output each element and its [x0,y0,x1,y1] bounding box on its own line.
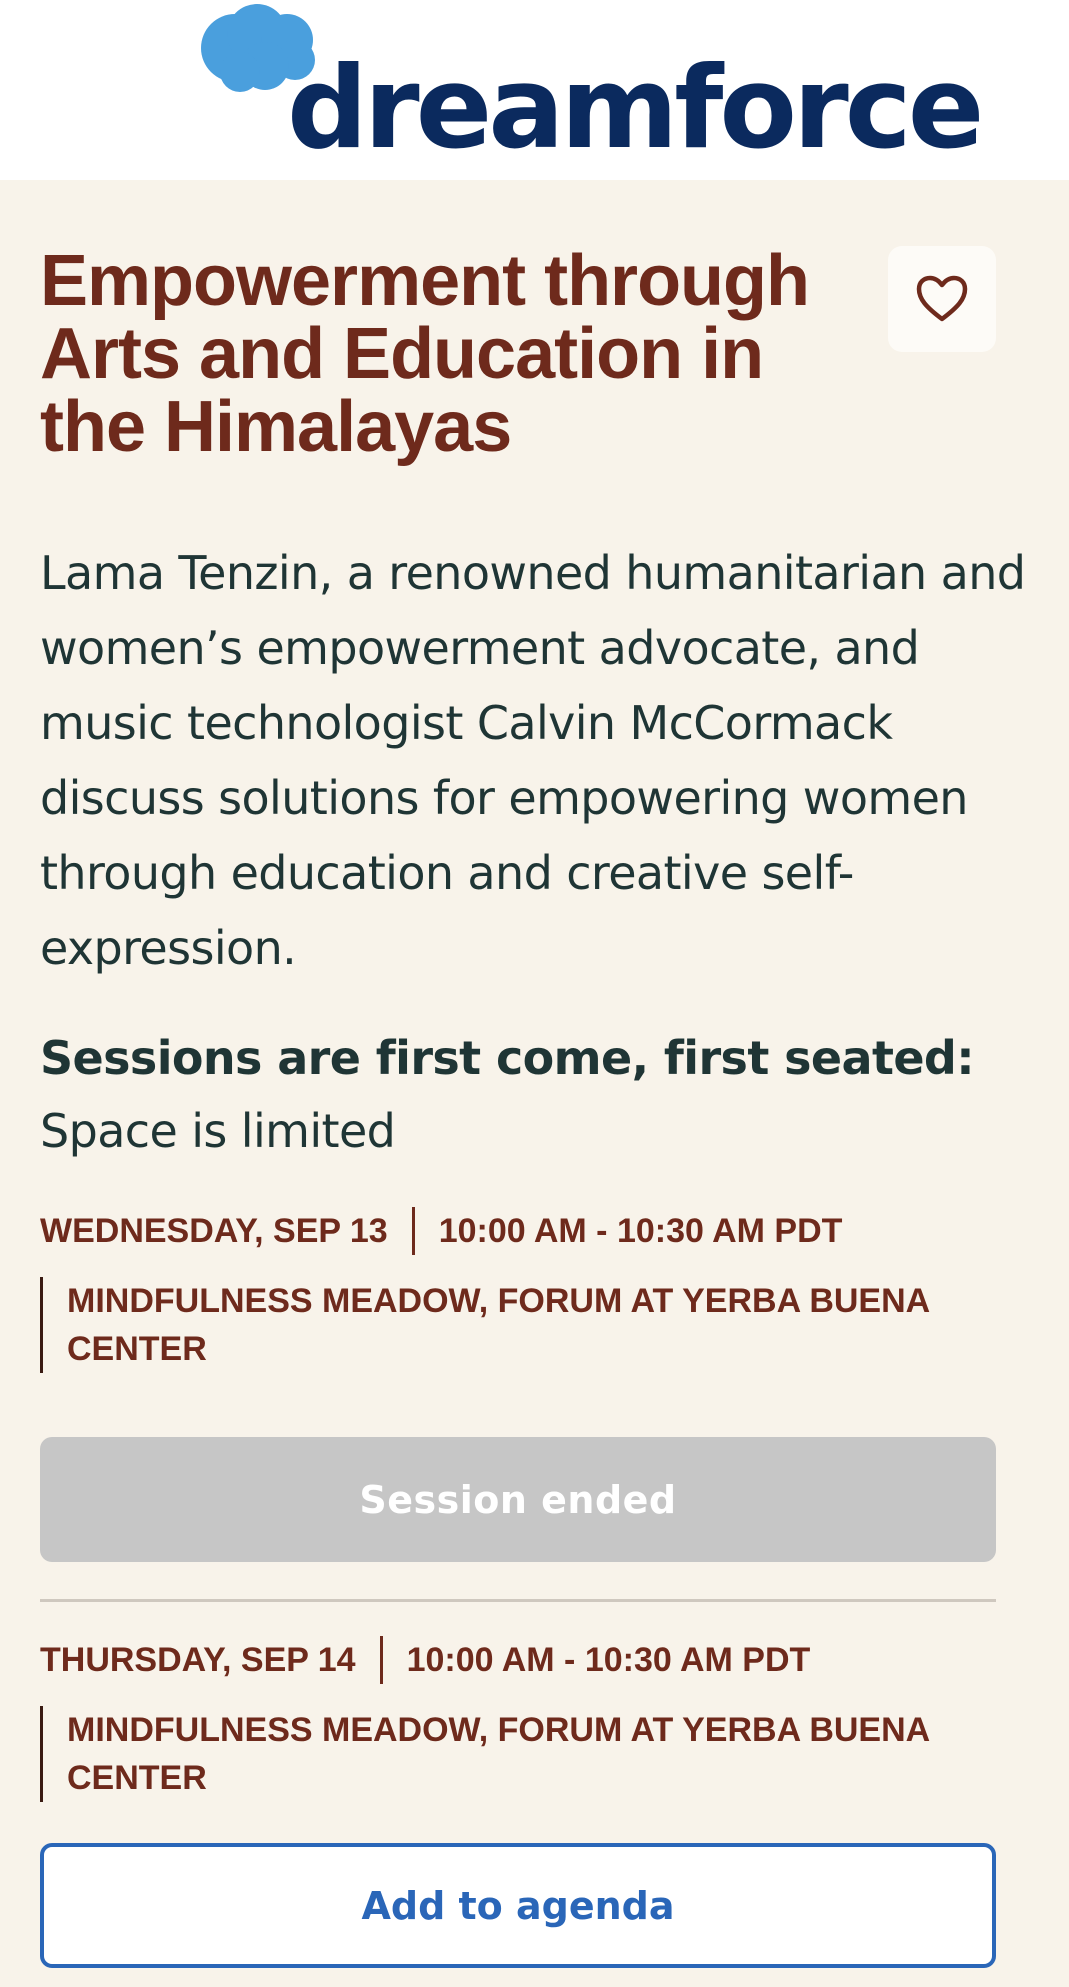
location-line: MINDFULNESS MEADOW, FORUM AT YERBA BUENA [67,1711,931,1749]
title-line: Empowerment through [40,241,810,321]
site-header: dreamforce ® [0,0,1069,180]
heart-outline-icon [916,275,968,322]
session-time: 10:00 AM - 10:30 AM PDT [406,1640,811,1679]
section-divider [40,1599,996,1602]
location-line: MINDFULNESS MEADOW, FORUM AT YERBA BUENA [67,1282,931,1320]
session-occurrence-2: THURSDAY, SEP 14 10:00 AM - 10:30 AM PDT… [40,1636,996,1802]
session-datetime: THURSDAY, SEP 14 10:00 AM - 10:30 AM PDT [40,1636,996,1684]
favorite-button[interactable] [888,246,996,352]
session-date: WEDNESDAY, SEP 13 [40,1211,388,1250]
dreamforce-logo[interactable]: dreamforce ® [195,0,984,180]
add-to-agenda-button[interactable]: Add to agenda [40,1843,996,1968]
notice-bold: Sessions are first come, first seated: [40,1031,975,1085]
notice-text: Space is limited [40,1104,396,1158]
divider [411,1207,415,1255]
seating-notice: Sessions are first come, first seated: S… [40,1022,1040,1168]
session-ended-button: Session ended [40,1437,996,1562]
title-line: Arts and Education in [40,314,764,394]
location-line: CENTER [67,1330,207,1368]
session-datetime: WEDNESDAY, SEP 13 10:00 AM - 10:30 AM PD… [40,1207,996,1255]
title-line: the Himalayas [40,387,512,467]
session-description: Lama Tenzin, a renowned humanitarian and… [40,546,1026,975]
session-title: Empowerment through Arts and Education i… [40,245,860,464]
session-occurrence-1: WEDNESDAY, SEP 13 10:00 AM - 10:30 AM PD… [40,1207,996,1373]
session-location: MINDFULNESS MEADOW, FORUM AT YERBA BUENA… [40,1277,996,1373]
session-time: 10:00 AM - 10:30 AM PDT [438,1211,843,1250]
registered-mark: ® [827,88,836,102]
location-line: CENTER [67,1759,207,1797]
session-location: MINDFULNESS MEADOW, FORUM AT YERBA BUENA… [40,1706,996,1802]
divider [379,1636,383,1684]
logo-wordmark: dreamforce [287,42,984,174]
session-date: THURSDAY, SEP 14 [40,1640,356,1679]
